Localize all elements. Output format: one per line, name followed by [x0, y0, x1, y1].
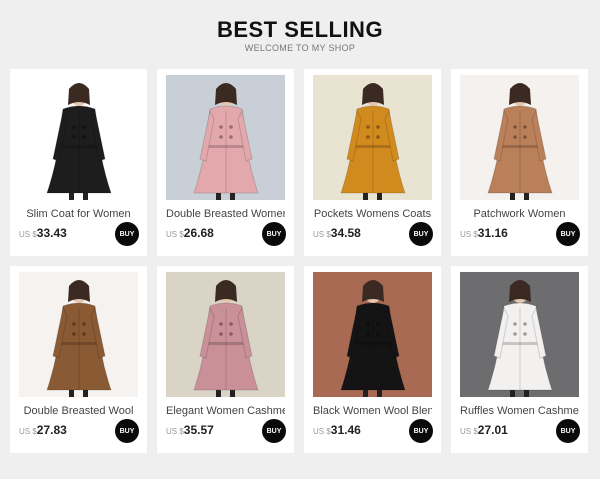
buy-button[interactable]: BUY: [115, 419, 139, 443]
price-row: US $27.83 BUY: [19, 419, 139, 443]
product-name[interactable]: Double Breasted Wool: [19, 405, 138, 417]
buy-button[interactable]: BUY: [115, 222, 139, 246]
product-card[interactable]: Pockets Womens Coats US $34.58 BUY: [304, 69, 441, 256]
product-photo[interactable]: [313, 75, 432, 200]
product-price: US $27.01: [460, 421, 508, 439]
model-figure-illustration: [487, 280, 553, 397]
price-row: US $31.16 BUY: [460, 222, 580, 246]
buy-button[interactable]: BUY: [556, 222, 580, 246]
price-currency: US $: [460, 230, 478, 239]
product-photo[interactable]: [166, 75, 285, 200]
model-figure-illustration: [46, 280, 112, 397]
model-figure-illustration: [46, 83, 112, 200]
price-currency: US $: [460, 427, 478, 436]
price-row: US $34.58 BUY: [313, 222, 433, 246]
price-amount: 31.16: [477, 226, 508, 240]
price-amount: 26.68: [183, 226, 214, 240]
model-figure-illustration: [193, 83, 259, 200]
product-card[interactable]: Patchwork Women US $31.16 BUY: [451, 69, 588, 256]
price-row: US $31.46 BUY: [313, 419, 433, 443]
model-figure-illustration: [340, 83, 406, 200]
product-card[interactable]: Black Women Wool Blend US $31.46 BUY: [304, 266, 441, 453]
section-title: BEST SELLING: [216, 17, 384, 42]
price-row: US $35.57 BUY: [166, 419, 286, 443]
product-price: US $33.43: [19, 224, 67, 242]
price-row: US $26.68 BUY: [166, 222, 286, 246]
price-amount: 33.43: [36, 226, 67, 240]
product-photo[interactable]: [460, 75, 579, 200]
price-row: US $33.43 BUY: [19, 222, 139, 246]
price-amount: 35.57: [183, 423, 214, 437]
price-amount: 34.58: [330, 226, 361, 240]
product-price: US $26.68: [166, 224, 214, 242]
model-figure-illustration: [340, 280, 406, 397]
buy-button[interactable]: BUY: [409, 419, 433, 443]
price-currency: US $: [166, 230, 184, 239]
product-photo[interactable]: [460, 272, 579, 397]
product-name[interactable]: Slim Coat for Women: [19, 208, 138, 220]
buy-button[interactable]: BUY: [262, 222, 286, 246]
product-photo[interactable]: [19, 75, 138, 200]
product-name[interactable]: Elegant Women Cashmer: [166, 405, 285, 417]
product-name[interactable]: Pockets Womens Coats: [313, 208, 432, 220]
product-name[interactable]: Double Breasted Women: [166, 208, 285, 220]
product-name[interactable]: Ruffles Women Cashmer: [460, 405, 579, 417]
price-currency: US $: [313, 427, 331, 436]
product-price: US $31.16: [460, 224, 508, 242]
product-name[interactable]: Patchwork Women: [460, 208, 579, 220]
price-currency: US $: [313, 230, 331, 239]
product-price: US $27.83: [19, 421, 67, 439]
product-card[interactable]: Double Breasted Women US $26.68 BUY: [157, 69, 294, 256]
price-row: US $27.01 BUY: [460, 419, 580, 443]
price-currency: US $: [19, 427, 37, 436]
product-price: US $31.46: [313, 421, 361, 439]
product-photo[interactable]: [313, 272, 432, 397]
shop-header: BEST SELLING WELCOME TO MY SHOP: [0, 0, 600, 62]
price-amount: 31.46: [330, 423, 361, 437]
price-currency: US $: [166, 427, 184, 436]
price-amount: 27.83: [36, 423, 67, 437]
product-photo[interactable]: [19, 272, 138, 397]
product-price: US $34.58: [313, 224, 361, 242]
price-currency: US $: [19, 230, 37, 239]
product-photo[interactable]: [166, 272, 285, 397]
product-card[interactable]: Ruffles Women Cashmer US $27.01 BUY: [451, 266, 588, 453]
product-card[interactable]: Elegant Women Cashmer US $35.57 BUY: [157, 266, 294, 453]
buy-button[interactable]: BUY: [556, 419, 580, 443]
section-subtitle: WELCOME TO MY SHOP: [244, 43, 356, 53]
price-amount: 27.01: [477, 423, 508, 437]
buy-button[interactable]: BUY: [262, 419, 286, 443]
product-card[interactable]: Slim Coat for Women US $33.43 BUY: [10, 69, 147, 256]
product-name[interactable]: Black Women Wool Blend: [313, 405, 432, 417]
buy-button[interactable]: BUY: [409, 222, 433, 246]
model-figure-illustration: [193, 280, 259, 397]
product-card[interactable]: Double Breasted Wool US $27.83 BUY: [10, 266, 147, 453]
product-grid: Slim Coat for Women US $33.43 BUY Double…: [10, 69, 588, 453]
model-figure-illustration: [487, 83, 553, 200]
product-price: US $35.57: [166, 421, 214, 439]
